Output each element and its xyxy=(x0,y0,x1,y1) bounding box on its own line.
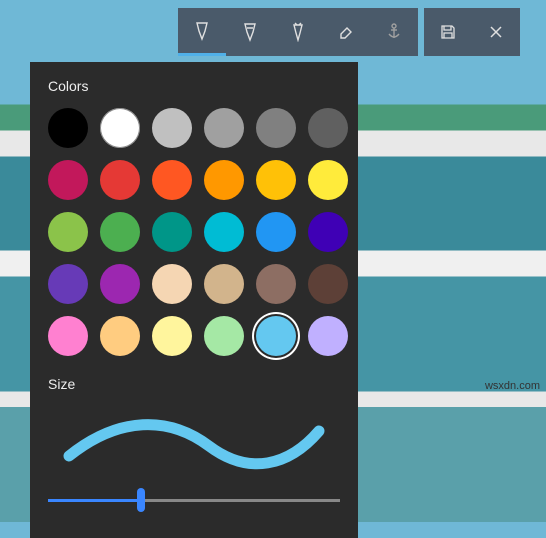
pencil-tool[interactable] xyxy=(226,8,274,56)
watermark-text: wsxdn.com xyxy=(485,380,540,392)
color-grid xyxy=(48,108,340,356)
color-swatch[interactable] xyxy=(100,160,140,200)
color-swatch[interactable] xyxy=(308,108,348,148)
color-swatch[interactable] xyxy=(256,160,296,200)
colors-label: Colors xyxy=(48,78,340,94)
size-slider[interactable] xyxy=(48,490,340,510)
color-swatch[interactable] xyxy=(204,160,244,200)
color-swatch[interactable] xyxy=(204,108,244,148)
eraser-tool[interactable] xyxy=(322,8,370,56)
color-swatch[interactable] xyxy=(204,264,244,304)
eraser-icon xyxy=(337,22,355,42)
color-swatch[interactable] xyxy=(256,264,296,304)
pencil-icon xyxy=(241,22,259,42)
anchor-tool[interactable] xyxy=(370,8,418,56)
drawing-toolbar xyxy=(178,8,520,56)
color-swatch[interactable] xyxy=(100,316,140,356)
color-swatch[interactable] xyxy=(308,212,348,252)
color-swatch[interactable] xyxy=(152,160,192,200)
color-swatch[interactable] xyxy=(100,108,140,148)
slider-track-empty xyxy=(141,499,340,502)
color-swatch[interactable] xyxy=(48,264,88,304)
color-swatch[interactable] xyxy=(256,108,296,148)
color-swatch[interactable] xyxy=(308,160,348,200)
color-swatch[interactable] xyxy=(48,108,88,148)
anchor-icon xyxy=(385,22,403,42)
color-swatch[interactable] xyxy=(256,316,296,356)
size-preview-stroke xyxy=(48,406,340,476)
color-swatch[interactable] xyxy=(48,212,88,252)
size-label: Size xyxy=(48,376,340,392)
color-swatch[interactable] xyxy=(308,316,348,356)
pen-settings-panel: Colors Size xyxy=(30,62,358,538)
close-icon xyxy=(487,22,505,42)
color-swatch[interactable] xyxy=(256,212,296,252)
color-swatch[interactable] xyxy=(152,108,192,148)
tool-group xyxy=(178,8,418,56)
close-button[interactable] xyxy=(472,8,520,56)
slider-track-filled xyxy=(48,499,141,502)
color-swatch[interactable] xyxy=(204,316,244,356)
color-swatch[interactable] xyxy=(48,160,88,200)
highlighter-icon xyxy=(289,22,307,42)
color-swatch[interactable] xyxy=(204,212,244,252)
color-swatch[interactable] xyxy=(308,264,348,304)
color-swatch[interactable] xyxy=(100,212,140,252)
slider-thumb[interactable] xyxy=(137,488,145,512)
save-button[interactable] xyxy=(424,8,472,56)
highlighter-tool[interactable] xyxy=(274,8,322,56)
ballpoint-pen-tool[interactable] xyxy=(178,8,226,56)
pen-icon xyxy=(193,21,211,41)
color-swatch[interactable] xyxy=(152,212,192,252)
color-swatch[interactable] xyxy=(48,316,88,356)
color-swatch[interactable] xyxy=(100,264,140,304)
save-icon xyxy=(439,22,457,42)
action-group xyxy=(424,8,520,56)
color-swatch[interactable] xyxy=(152,264,192,304)
color-swatch[interactable] xyxy=(152,316,192,356)
